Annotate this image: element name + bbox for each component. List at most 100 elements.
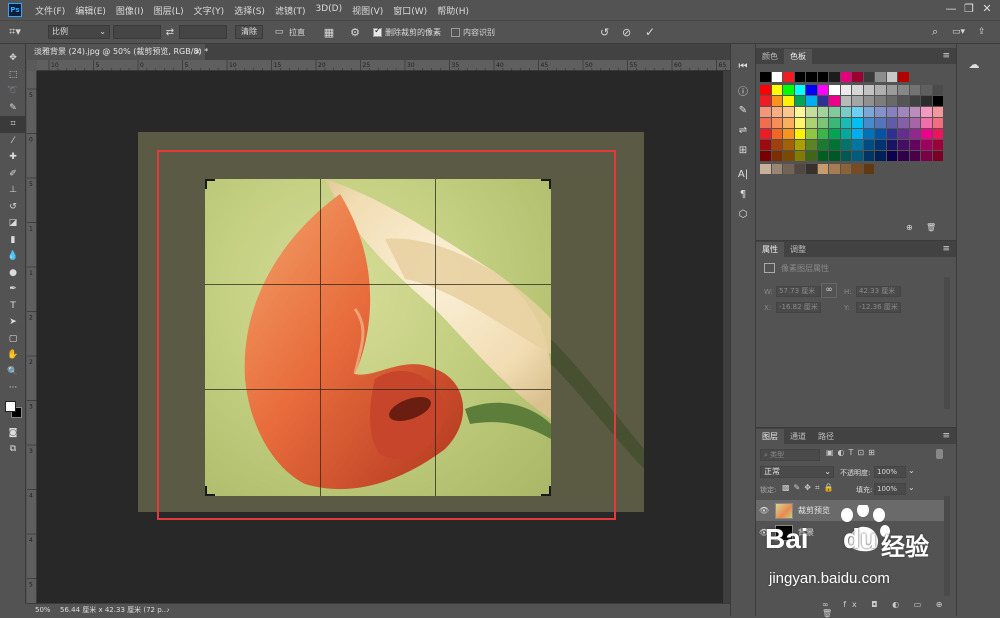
ratio-height-input[interactable]	[179, 25, 227, 39]
color-swatch[interactable]	[921, 151, 933, 162]
color-swatch[interactable]	[806, 72, 818, 83]
blend-mode-select[interactable]: 正常 ⌄	[760, 466, 834, 478]
properties-scrollbar[interactable]	[944, 277, 950, 409]
layer-row-background[interactable]: 👁 背景	[756, 522, 944, 543]
close-tab-icon[interactable]: ×	[194, 44, 201, 60]
color-swatch[interactable]	[886, 129, 898, 140]
color-swatch[interactable]	[875, 140, 887, 151]
info-panel-icon[interactable]: ⓘ	[731, 80, 755, 100]
color-swatch[interactable]	[829, 140, 841, 151]
color-swatch[interactable]	[886, 118, 898, 129]
status-menu-arrow-icon[interactable]: ›	[167, 604, 170, 616]
paragraph-panel-icon[interactable]: ¶	[731, 184, 755, 204]
dodge-tool-icon[interactable]: ●	[0, 265, 26, 282]
color-swatch[interactable]	[771, 151, 783, 162]
menu-item[interactable]: 选择(S)	[229, 4, 270, 17]
color-swatch[interactable]	[829, 85, 841, 96]
color-swatch[interactable]	[840, 151, 852, 162]
crop-tool-icon[interactable]: ⌗	[0, 116, 26, 133]
tab-layers[interactable]: 图层	[756, 429, 784, 444]
lasso-tool-icon[interactable]: ➰	[0, 83, 26, 100]
ratio-select[interactable]: 比例 ⌄	[48, 25, 110, 39]
color-swatch[interactable]	[760, 107, 772, 118]
color-swatch[interactable]	[932, 107, 944, 118]
color-swatch[interactable]	[840, 140, 852, 151]
vertical-ruler[interactable]: 5051122334455	[27, 71, 37, 603]
eyedropper-tool-icon[interactable]: ⁄	[0, 133, 26, 150]
color-swatch[interactable]	[886, 72, 898, 83]
color-swatch[interactable]	[783, 96, 795, 107]
menu-item[interactable]: 视图(V)	[347, 4, 388, 17]
color-swatch[interactable]	[806, 164, 818, 175]
tab-channels[interactable]: 通道	[784, 429, 812, 444]
close-window-button[interactable]: ✕	[978, 0, 996, 18]
menu-item[interactable]: 文字(Y)	[189, 4, 230, 17]
tab-color[interactable]: 颜色	[756, 49, 784, 64]
canvas-area[interactable]	[37, 71, 723, 603]
color-swatch[interactable]	[771, 164, 783, 175]
lock-icons[interactable]: ▩✎✥⌗🔒	[782, 483, 837, 493]
hand-tool-icon[interactable]: ✋	[0, 347, 26, 364]
color-swatch[interactable]	[760, 151, 772, 162]
color-swatch[interactable]	[852, 129, 864, 140]
color-swatch[interactable]	[863, 85, 875, 96]
healing-brush-tool-icon[interactable]: ✚	[0, 149, 26, 166]
height-field[interactable]: 42.33 厘米	[856, 286, 901, 297]
color-swatch[interactable]	[852, 164, 864, 175]
color-swatch[interactable]	[794, 107, 806, 118]
eye-icon[interactable]: 👁	[756, 528, 772, 537]
color-swatch[interactable]	[817, 85, 829, 96]
blur-tool-icon[interactable]: 💧	[0, 248, 26, 265]
color-swatch[interactable]	[852, 72, 864, 83]
color-swatch[interactable]	[852, 118, 864, 129]
color-swatch[interactable]	[909, 140, 921, 151]
color-swatch[interactable]	[806, 85, 818, 96]
color-swatch[interactable]	[921, 118, 933, 129]
straighten-icon[interactable]: ▭	[271, 27, 287, 37]
color-swatch[interactable]	[783, 140, 795, 151]
color-swatch[interactable]	[794, 118, 806, 129]
color-swatch[interactable]	[783, 118, 795, 129]
straighten-button[interactable]: 拉直	[289, 27, 305, 38]
color-swatch[interactable]	[783, 85, 795, 96]
color-swatch[interactable]	[898, 118, 910, 129]
layer-row-crop-preview[interactable]: 👁 裁剪预览	[756, 500, 944, 521]
color-swatch[interactable]	[921, 107, 933, 118]
color-swatch[interactable]	[794, 85, 806, 96]
color-swatch[interactable]	[840, 107, 852, 118]
color-swatch[interactable]	[829, 107, 841, 118]
tab-swatches[interactable]: 色板	[784, 49, 812, 64]
color-swatch[interactable]	[760, 118, 772, 129]
type-tool-icon[interactable]: T	[0, 298, 26, 315]
color-swatch[interactable]	[771, 118, 783, 129]
foreground-color[interactable]	[5, 400, 16, 412]
restore-button[interactable]: ❐	[960, 0, 978, 18]
path-select-tool-icon[interactable]: ➤	[0, 314, 26, 331]
color-swatch[interactable]	[898, 129, 910, 140]
color-swatch[interactable]	[875, 151, 887, 162]
quick-select-tool-icon[interactable]: ✎	[0, 100, 26, 117]
color-swatch[interactable]	[760, 140, 772, 151]
color-swatch[interactable]	[794, 72, 806, 83]
color-swatch[interactable]	[806, 151, 818, 162]
color-swatch[interactable]	[863, 96, 875, 107]
color-swatch[interactable]	[886, 85, 898, 96]
color-swatch[interactable]	[863, 107, 875, 118]
color-swatch[interactable]	[817, 140, 829, 151]
chevron-down-icon[interactable]: ⌄	[908, 483, 915, 492]
color-swatch[interactable]	[932, 118, 944, 129]
color-swatch[interactable]	[806, 107, 818, 118]
color-swatch[interactable]	[806, 96, 818, 107]
color-swatch[interactable]	[932, 140, 944, 151]
vertical-scrollbar[interactable]	[723, 71, 730, 603]
color-swatch[interactable]	[863, 118, 875, 129]
color-swatch[interactable]	[921, 85, 933, 96]
menu-item[interactable]: 图层(L)	[149, 4, 189, 17]
color-swatch[interactable]	[783, 107, 795, 118]
color-swatch[interactable]	[875, 85, 887, 96]
link-icon[interactable]: ∞	[821, 283, 837, 298]
pen-tool-icon[interactable]: ✒	[0, 281, 26, 298]
layer-filter-icons[interactable]: ▣◐T⊡⊞	[826, 448, 879, 457]
color-swatch[interactable]	[806, 129, 818, 140]
eraser-tool-icon[interactable]: ◪	[0, 215, 26, 232]
